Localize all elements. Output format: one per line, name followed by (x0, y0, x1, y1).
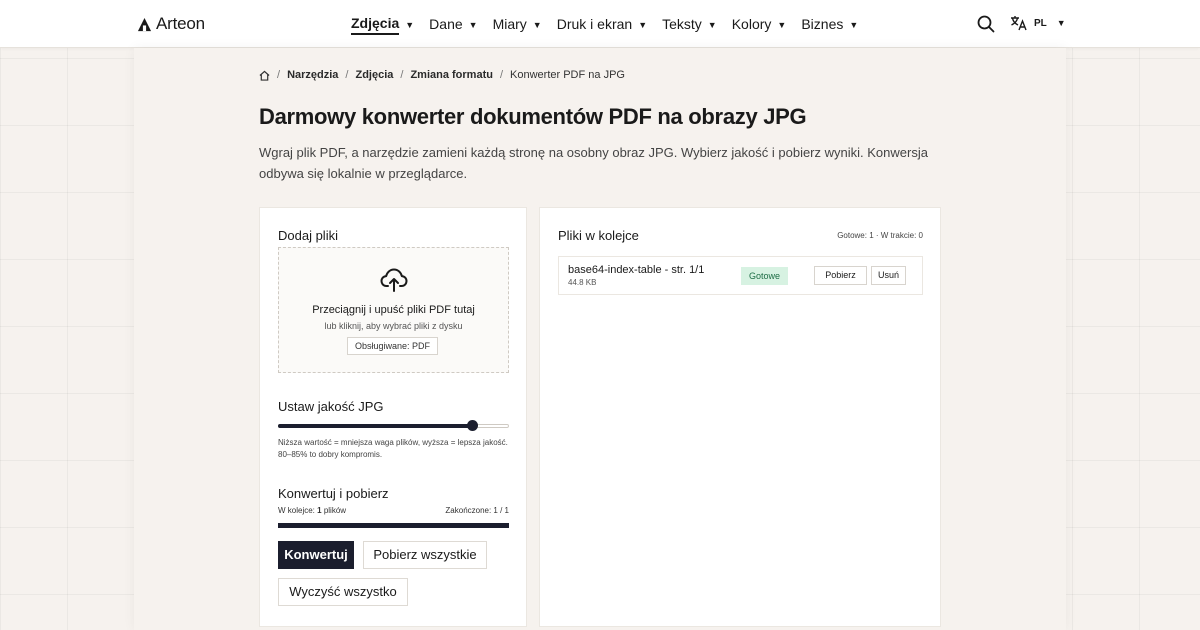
cloud-upload-icon (380, 268, 408, 292)
language-code: PL (1034, 17, 1047, 29)
chevron-down-icon: ▼ (468, 20, 478, 30)
breadcrumb-separator: / (400, 69, 404, 81)
upload-panel: Dodaj pliki Przeciągnij i upuść pliki PD… (259, 207, 527, 627)
chevron-down-icon: ▼ (405, 20, 415, 30)
brand-logo-icon (137, 17, 152, 31)
nav-item-kolory[interactable]: Kolory ▼ (732, 15, 787, 35)
chevron-down-icon: ▼ (849, 20, 859, 30)
page-description: Wgraj plik PDF, a narzędzie zamieni każd… (259, 145, 928, 181)
download-all-button[interactable]: Pobierz wszystkie (363, 541, 487, 569)
remove-file-button[interactable]: Usuń (871, 266, 906, 285)
progress-fill (278, 523, 509, 528)
chevron-down-icon: ▼ (638, 20, 648, 30)
file-name: base64-index-table - str. 1/1 (568, 264, 705, 276)
nav-item-miary[interactable]: Miary ▼ (493, 15, 542, 35)
nav-item-dane[interactable]: Dane ▼ (429, 15, 477, 35)
file-dropzone[interactable]: Przeciągnij i upuść pliki PDF tutaj lub … (278, 247, 509, 373)
home-icon[interactable] (259, 70, 270, 81)
nav-item-druk-i-ekran[interactable]: Druk i ekran ▼ (557, 15, 647, 35)
quality-slider[interactable] (278, 420, 509, 432)
slider-fill (278, 424, 473, 428)
breadcrumb-link-zmiana-formatu[interactable]: Zmiana formatu (410, 69, 493, 81)
quality-title: Ustaw jakość JPG (278, 399, 384, 414)
brand-logo[interactable]: Arteon (137, 14, 205, 34)
list-item: base64-index-table - str. 1/1 44.8 KB Go… (558, 256, 923, 295)
chevron-down-icon: ▼ (1056, 18, 1066, 28)
file-size: 44.8 KB (568, 278, 597, 287)
search-icon[interactable] (977, 15, 995, 36)
nav-item-biznes[interactable]: Biznes ▼ (801, 15, 858, 35)
completed-count: Zakończone: 1 / 1 (445, 506, 509, 515)
upload-title: Dodaj pliki (278, 228, 338, 243)
breadcrumb-current: Konwerter PDF na JPG (510, 69, 625, 81)
status-badge: Gotowe (741, 267, 789, 285)
download-file-button[interactable]: Pobierz (814, 266, 867, 285)
convert-title: Konwertuj i pobierz (278, 486, 389, 501)
main-content: / Narzędzia / Zdjęcia / Zmiana formatu /… (134, 48, 1066, 630)
chevron-down-icon: ▼ (777, 20, 787, 30)
page-title: Darmowy konwerter dokumentów PDF na obra… (259, 104, 807, 129)
dropzone-title: Przeciągnij i upuść pliki PDF tutaj (312, 304, 475, 316)
queue-stats: Gotowe: 1 · W trakcie: 0 (837, 231, 923, 240)
nav-item-zdjecia[interactable]: Zdjęcia ▼ (351, 15, 414, 35)
chevron-down-icon: ▼ (707, 20, 717, 30)
breadcrumb-link-narzedzia[interactable]: Narzędzia (287, 69, 338, 81)
convert-button[interactable]: Konwertuj (278, 541, 354, 569)
queue-panel: Pliki w kolejce Gotowe: 1 · W trakcie: 0… (539, 207, 941, 627)
queue-title: Pliki w kolejce (558, 228, 639, 243)
clear-all-button[interactable]: Wyczyść wszystko (278, 578, 408, 606)
supported-formats-badge: Obsługiwane: PDF (347, 337, 439, 355)
chevron-down-icon: ▼ (532, 20, 542, 30)
dropzone-subtitle: lub kliknij, aby wybrać pliki z dysku (324, 321, 463, 331)
main-nav: Zdjęcia ▼ Dane ▼ Miary ▼ Druk i ekran ▼ … (351, 15, 873, 35)
translate-icon (1011, 16, 1027, 31)
language-switcher[interactable]: PL ▼ (1010, 15, 1066, 31)
conversion-progress-bar (278, 523, 509, 528)
breadcrumb-separator: / (277, 69, 281, 81)
breadcrumb-link-zdjecia[interactable]: Zdjęcia (355, 69, 393, 81)
nav-item-teksty[interactable]: Teksty ▼ (662, 15, 717, 35)
slider-handle[interactable] (467, 420, 479, 431)
breadcrumb-separator: / (345, 69, 349, 81)
quality-hint: Niższa wartość = mniejsza waga plików, w… (278, 438, 508, 459)
top-navigation-bar: Arteon Zdjęcia ▼ Dane ▼ Miary ▼ Druk i e… (0, 0, 1200, 48)
breadcrumb-separator: / (499, 69, 504, 81)
breadcrumb: / Narzędzia / Zdjęcia / Zmiana formatu /… (259, 69, 625, 81)
queue-count-text: W kolejce: 1 plików (278, 506, 347, 515)
brand-name: Arteon (156, 14, 205, 33)
file-list: base64-index-table - str. 1/1 44.8 KB Go… (558, 256, 923, 295)
